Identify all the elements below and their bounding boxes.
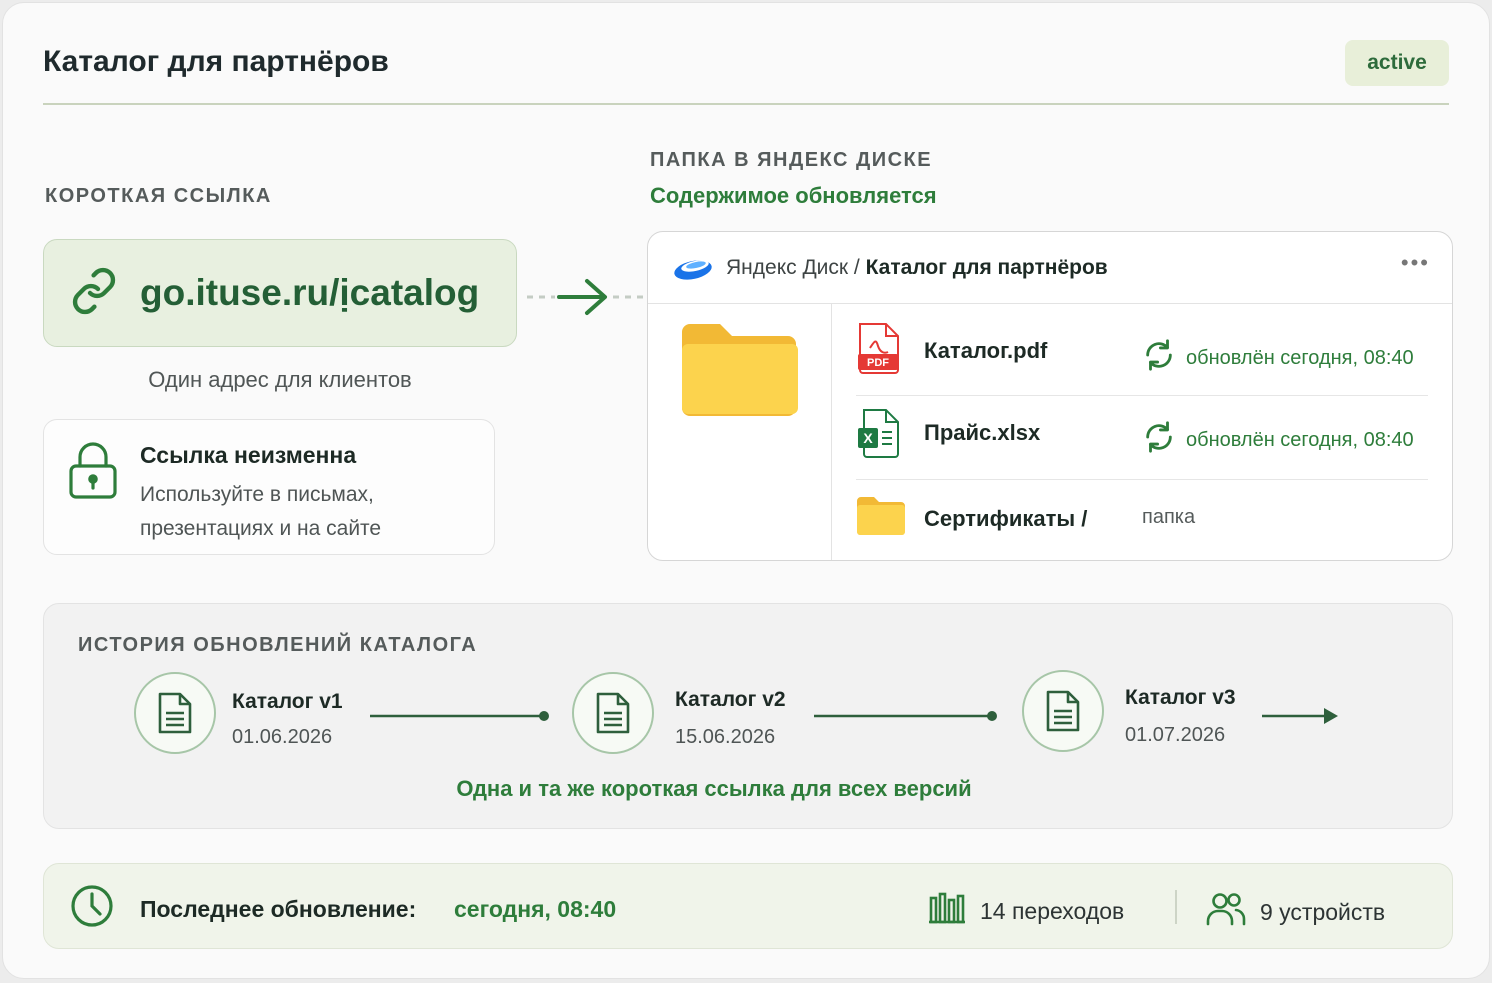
file-kind: папка: [1142, 506, 1196, 528]
disk-header: Яндекс Диск / Каталог для партнёров •••: [648, 232, 1452, 304]
xlsx-icon: X: [856, 408, 900, 463]
folder-preview-pane: [648, 304, 832, 560]
short-link-section-label: КОРОТКАЯ ССЫЛКА: [45, 185, 272, 207]
lock-icon: [68, 442, 118, 505]
folder-icon: [680, 322, 800, 423]
timeline-connector: [370, 711, 549, 721]
sync-icon: [1142, 338, 1176, 378]
history-section-label: ИСТОРИЯ ОБНОВЛЕНИЙ КАТАЛОГА: [78, 634, 478, 656]
breadcrumb: Яндекс Диск / Каталог для партнёров: [726, 256, 1108, 280]
file-status-text: обновлён сегодня, 08:40: [1186, 428, 1414, 451]
file-row-certificates-folder[interactable]: Сертификаты / папка: [856, 480, 1428, 560]
file-status: обновлён сегодня, 08:40: [1142, 420, 1414, 460]
stats-divider: [1175, 890, 1177, 924]
lock-description-line: презентациях и на сайте: [140, 517, 382, 540]
last-update-value: сегодня, 08:40: [454, 896, 617, 922]
update-history-panel: ИСТОРИЯ ОБНОВЛЕНИЙ КАТАЛОГА Каталог v1 0…: [43, 603, 1453, 829]
more-menu-icon[interactable]: •••: [1401, 250, 1430, 276]
status-badge: active: [1345, 40, 1449, 86]
version-date: 01.06.2026: [232, 726, 333, 748]
breadcrumb-current-folder[interactable]: Каталог для партнёров: [866, 256, 1108, 279]
short-link-box[interactable]: go.ituse.ru/ịcatalog: [43, 239, 517, 347]
timeline-arrow-icon: [1262, 708, 1338, 724]
link-icon: [70, 267, 118, 320]
file-status-text: обновлён сегодня, 08:40: [1186, 346, 1414, 369]
bar-chart-icon: [928, 892, 966, 930]
disk-subtitle: Содержимое обновляется: [650, 183, 937, 208]
stats-footer: Последнее обновление: сегодня, 08:40 14 …: [43, 863, 1453, 949]
breadcrumb-root[interactable]: Яндекс Диск /: [726, 256, 860, 279]
timeline-connector: [814, 711, 997, 721]
catalog-card: Каталог для партнёров active КОРОТКАЯ СС…: [2, 2, 1490, 979]
version-icon: [1022, 670, 1104, 752]
svg-text:PDF: PDF: [867, 357, 889, 369]
page-title: Каталог для партнёров: [43, 45, 389, 78]
clock-icon: [70, 884, 114, 933]
history-caption: Одна и та же короткая ссылка для всех ве…: [456, 776, 972, 801]
version-date: 01.07.2026: [1125, 724, 1226, 746]
short-link-url[interactable]: go.ituse.ru/ịcatalog: [140, 272, 479, 314]
svg-text:X: X: [863, 430, 873, 446]
file-row-price-xlsx[interactable]: X Прайс.xlsx обновлён сегодня, 08:40: [856, 396, 1428, 480]
clicks-stat: 14 переходов: [928, 892, 1124, 930]
lock-description: Используйте в письмах, презентациях и на…: [140, 478, 480, 546]
users-icon: [1206, 892, 1246, 932]
link-permanent-card: Ссылка неизменна Используйте в письмах, …: [43, 419, 495, 555]
version-icon: [134, 672, 216, 754]
yandex-disk-window: Яндекс Диск / Каталог для партнёров •••: [647, 231, 1453, 561]
pdf-icon: PDF: [856, 322, 900, 379]
yandex-disk-logo-icon: [672, 254, 714, 287]
last-update-label: Последнее обновление:: [140, 896, 417, 922]
devices-count: 9 устройств: [1260, 898, 1386, 925]
disk-section-label: ПАПКА В ЯНДЕКС ДИСКЕ: [650, 149, 933, 171]
version-date: 15.06.2026: [675, 726, 776, 748]
file-name[interactable]: Сертификаты /: [924, 506, 1087, 532]
lock-description-line: Используйте в письмах,: [140, 483, 374, 506]
clicks-count: 14 переходов: [980, 897, 1125, 924]
file-name[interactable]: Прайс.xlsx: [924, 420, 1040, 446]
file-status: обновлён сегодня, 08:40: [1142, 338, 1414, 378]
sync-icon: [1142, 420, 1176, 460]
lock-title: Ссылка неизменна: [140, 442, 357, 468]
version-name: Каталог v1: [232, 690, 343, 713]
file-name[interactable]: Каталог.pdf: [924, 338, 1047, 364]
folder-icon: [856, 496, 906, 541]
version-name: Каталог v3: [1125, 686, 1236, 709]
file-row-catalog-pdf[interactable]: PDF Каталог.pdf обновлён сегодня, 08:40: [856, 312, 1428, 396]
version-icon: [572, 672, 654, 754]
short-link-description: Один адрес для клиентов: [148, 367, 412, 392]
version-name: Каталог v2: [675, 688, 786, 711]
link-to-folder-arrow: [525, 275, 649, 326]
header-divider: [43, 103, 1449, 105]
devices-stat: 9 устройств: [1206, 892, 1385, 932]
